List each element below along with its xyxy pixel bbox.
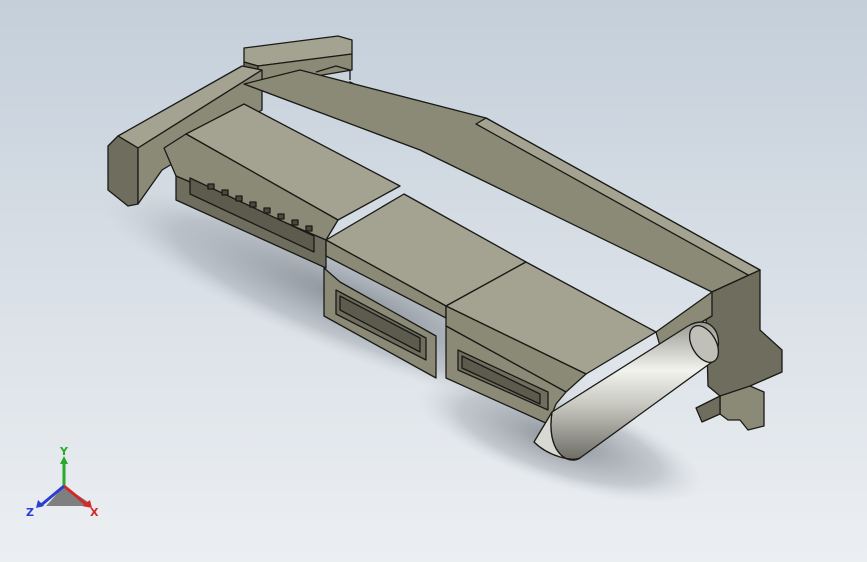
x-axis-label: X [90, 506, 99, 519]
coordinate-triad: Y X Z [26, 446, 99, 519]
y-axis-icon [60, 456, 68, 486]
z-axis-label: Z [26, 506, 34, 519]
3d-viewport[interactable]: Y X Z [0, 0, 867, 562]
connector-model[interactable] [0, 0, 867, 562]
y-axis-label: Y [59, 446, 69, 458]
